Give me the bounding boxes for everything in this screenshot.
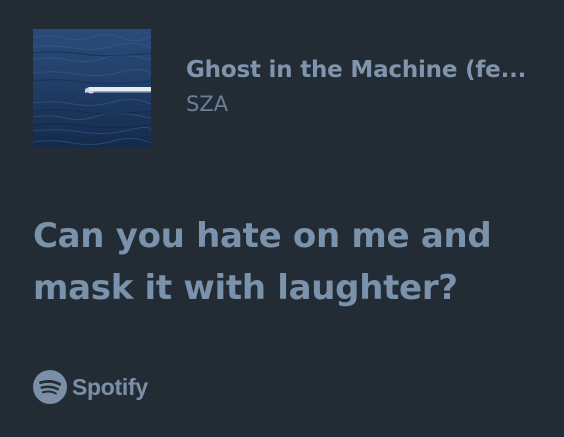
spotify-wordmark: Spotify xyxy=(72,373,148,400)
track-artist: SZA xyxy=(186,92,229,116)
spotify-logo-icon xyxy=(33,370,67,404)
track-title: Ghost in the Machine (fe... xyxy=(186,57,527,83)
lyric-text: Can you hate on me and mask it with laug… xyxy=(33,210,533,314)
spotify-branding: Spotify xyxy=(33,370,148,404)
lyric-line: Can you hate on me and xyxy=(33,216,492,256)
lyric-share-card: Ghost in the Machine (fe... SZA Can you … xyxy=(0,0,564,437)
album-cover xyxy=(33,29,151,147)
lyric-line: mask it with laughter? xyxy=(33,268,458,308)
